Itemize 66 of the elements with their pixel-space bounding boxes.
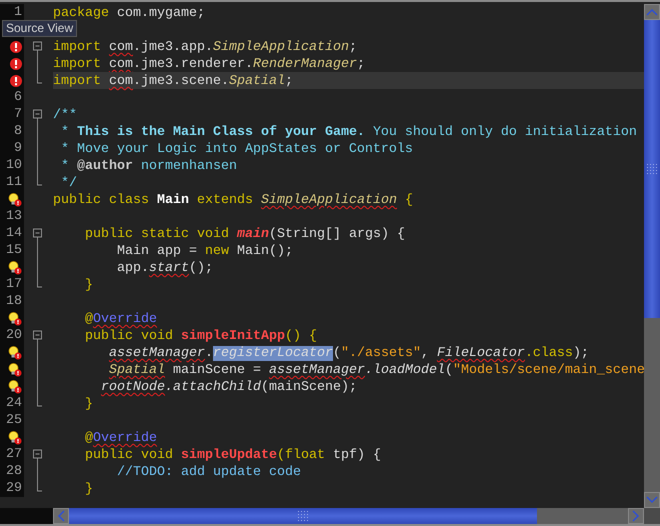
line-number: 14 [6, 225, 22, 242]
code-line: package com.mygame; [53, 6, 205, 21]
code-line: * This is the Main Class of your Game. You should only do initialization [60, 125, 637, 140]
line-number: 28 [6, 463, 22, 480]
line-number: 8 [14, 123, 22, 140]
code-line: } [84, 397, 93, 412]
chevron-right-icon [632, 510, 640, 522]
line-number: 20 [6, 327, 22, 344]
line-number: 6 [14, 89, 22, 106]
error-icon [10, 40, 22, 52]
line-number: 11 [6, 174, 22, 191]
code-line: public void simpleInitApp() { [84, 329, 317, 344]
code-line: import com.jme3.scene.Spatial; [53, 74, 293, 89]
chevron-down-icon [646, 496, 658, 504]
scrollbar-corner [644, 508, 660, 524]
code-line: rootNode.attachChild(mainScene); [100, 380, 357, 395]
lightbulb-error-icon [8, 260, 22, 274]
line-number: 7 [14, 106, 22, 123]
lightbulb-error-icon [8, 192, 22, 206]
horizontal-scrollbar[interactable] [53, 508, 644, 524]
tooltip: Source View [2, 20, 78, 37]
code-line: * Move your Logic into AppStates or Controls [60, 142, 413, 157]
scroll-thumb[interactable] [644, 20, 660, 318]
code-line: import com.jme3.renderer.RenderManager; [53, 57, 365, 72]
code-line: */ [60, 176, 77, 191]
scroll-down-button[interactable] [644, 492, 660, 508]
chevron-up-icon [646, 8, 658, 16]
line-number: 15 [6, 242, 22, 259]
lightbulb-error-icon [8, 312, 22, 326]
code-line: public void simpleUpdate(float tpf) { [84, 448, 381, 463]
scroll-thumb[interactable] [69, 508, 537, 524]
line-number: 17 [6, 276, 22, 293]
code-line: @Override [84, 431, 157, 446]
line-number: 25 [6, 412, 22, 429]
code-line: @Override [84, 312, 157, 327]
lightbulb-error-icon [8, 346, 22, 360]
line-number: 13 [6, 208, 22, 225]
code-line: /** [53, 108, 77, 123]
line-number: 9 [14, 140, 22, 157]
code-line: app.start(); [116, 261, 213, 276]
scroll-up-button[interactable] [644, 4, 660, 20]
code-line: Main app = new Main(); [116, 244, 293, 259]
chevron-left-icon [57, 510, 65, 522]
error-icon [10, 58, 22, 70]
scroll-right-button[interactable] [628, 508, 644, 524]
line-number: 29 [6, 480, 22, 497]
scroll-left-button[interactable] [53, 508, 69, 524]
code-line: public class Main extends SimpleApplication { [53, 193, 413, 208]
line-number: 10 [6, 157, 22, 174]
error-icon [10, 74, 22, 86]
code-line: assetManager.registerLocator("./assets", FileLocator.class); [108, 346, 589, 361]
code-line: } [84, 482, 93, 497]
lightbulb-error-icon [8, 362, 22, 376]
line-number: 24 [6, 395, 22, 412]
line-number: 27 [6, 446, 22, 463]
vertical-scrollbar[interactable] [644, 4, 660, 508]
code-line: Spatial mainScene = assetManager.loadModel("Models/scene/main_scene [108, 363, 644, 378]
lightbulb-error-icon [8, 430, 22, 444]
code-line: //TODO: add update code [116, 465, 301, 480]
lightbulb-error-icon [8, 380, 22, 394]
line-number: 18 [6, 293, 22, 310]
code-line: public static void main(String[] args) { [84, 227, 405, 242]
line-number: 1 [14, 4, 22, 21]
code-line: import com.jme3.app.SimpleApplication; [53, 40, 357, 55]
code-line: } [84, 278, 93, 293]
code-line: * @author normenhansen [60, 159, 237, 174]
